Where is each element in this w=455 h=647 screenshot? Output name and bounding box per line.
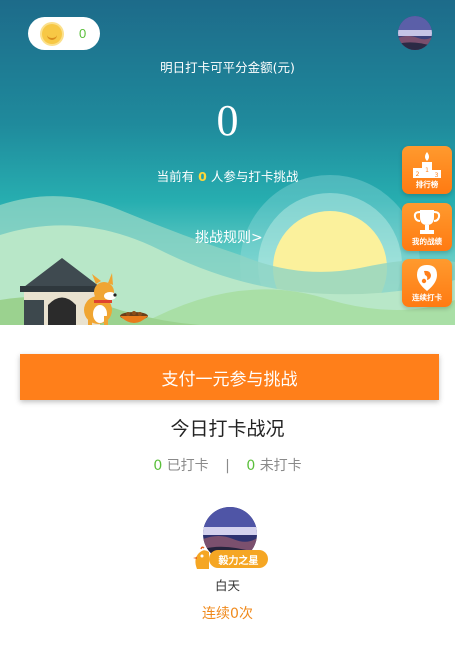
unchecked-label: 未打卡 <box>259 458 302 474</box>
svg-text:2: 2 <box>416 171 420 178</box>
pay-join-challenge-button[interactable]: 支付一元参与挑战 <box>20 354 439 400</box>
coin-count: 0 <box>79 26 87 41</box>
user-streak: 连续0次 <box>202 606 253 622</box>
unchecked-count: 0 <box>246 458 256 474</box>
trophy-icon <box>413 210 441 234</box>
streak-checkin-button[interactable]: 连续打卡 <box>402 259 452 307</box>
my-record-label: 我的战绩 <box>412 237 442 246</box>
perseverance-badge: 毅力之星 <box>209 550 268 568</box>
checked-count: 0 <box>153 458 163 474</box>
streak-icon <box>417 265 437 291</box>
leaderboard-label: 排行榜 <box>415 180 439 189</box>
payout-amount: 0 <box>216 96 239 145</box>
svg-text:1: 1 <box>425 167 429 174</box>
user-name: 白天 <box>214 578 240 593</box>
checkin-stats: 0 已打卡 | 0 未打卡 <box>0 455 455 475</box>
streak-checkin-label: 连续打卡 <box>412 293 442 302</box>
stats-separator: | <box>225 458 230 474</box>
participants-text: 当前有 0 人参与打卡挑战 <box>0 166 455 185</box>
profile-avatar[interactable] <box>398 16 432 50</box>
today-status-title: 今日打卡战况 <box>170 418 285 440</box>
sun-coin-icon <box>42 23 62 44</box>
hero-banner: 0 明日打卡可平分金额(元) 0 当前有 0 人参与打卡挑战 挑战规则> 2 1… <box>0 0 455 325</box>
participants-prefix: 当前有 <box>156 169 199 184</box>
my-record-button[interactable]: 我的战绩 <box>402 203 452 251</box>
coin-balance-pill[interactable]: 0 <box>28 17 100 50</box>
checked-label: 已打卡 <box>166 458 209 474</box>
rules-link[interactable]: 挑战规则> <box>195 227 275 247</box>
participants-count: 0 <box>198 169 207 184</box>
svg-text:3: 3 <box>435 172 439 179</box>
podium-icon: 2 1 3 <box>413 152 441 179</box>
payout-subtitle: 明日打卡可平分金额(元) <box>160 60 295 75</box>
leaderboard-button[interactable]: 2 1 3 排行榜 <box>402 146 452 194</box>
participants-suffix: 人参与打卡挑战 <box>206 169 299 184</box>
